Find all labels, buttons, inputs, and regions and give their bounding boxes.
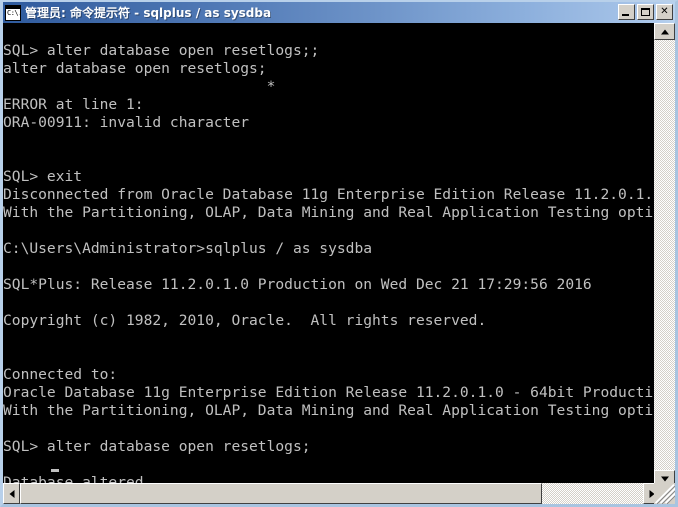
terminal-line: * [3, 78, 276, 95]
terminal-output: SQL> alter database open resetlogs;; alte… [3, 24, 660, 487]
terminal-line: ORA-00911: invalid character [3, 114, 250, 131]
vertical-scroll-track[interactable] [654, 40, 675, 470]
terminal-line: SQL> exit [3, 168, 83, 185]
terminal-screen[interactable]: SQL> alter database open resetlogs;; alte… [3, 23, 660, 487]
chevron-left-icon [9, 489, 14, 498]
terminal-line: ERROR at line 1: [3, 96, 144, 113]
title-bar[interactable]: C:\. 管理员: 命令提示符 - sqlplus / as sysdba ✕ [3, 2, 675, 23]
text-cursor [51, 469, 59, 472]
chevron-up-icon [660, 29, 669, 34]
maximize-icon [638, 5, 653, 19]
console-window: C:\. 管理员: 命令提示符 - sqlplus / as sysdba ✕ … [0, 0, 678, 507]
terminal-line: SQL> alter database open resetlogs; [3, 438, 311, 455]
terminal-line: With the Partitioning, OLAP, Data Mining… [3, 204, 660, 221]
minimize-icon [619, 5, 634, 19]
horizontal-scrollbar[interactable] [3, 483, 660, 504]
terminal-line: SQL> alter database open resetlogs;; [3, 42, 320, 59]
minimize-button[interactable] [618, 4, 635, 20]
horizontal-scroll-thumb[interactable] [20, 483, 542, 504]
terminal-line: SQL*Plus: Release 11.2.0.1.0 Production … [3, 276, 592, 293]
terminal-line: Connected to: [3, 366, 118, 383]
scroll-left-button[interactable] [3, 483, 20, 504]
chevron-down-icon [660, 476, 669, 481]
terminal-line: Copyright (c) 1982, 2010, Oracle. All ri… [3, 312, 487, 329]
console-icon-glyph: C:\. [7, 8, 22, 17]
terminal-line: alter database open resetlogs; [3, 60, 267, 77]
window-controls: ✕ [618, 4, 673, 20]
close-icon: ✕ [660, 6, 669, 17]
horizontal-scroll-track[interactable] [20, 483, 643, 504]
window-title: 管理员: 命令提示符 - sqlplus / as sysdba [25, 6, 272, 20]
console-icon[interactable]: C:\. [5, 4, 22, 21]
terminal-line: Oracle Database 11g Enterprise Edition R… [3, 384, 660, 401]
console-client-area: SQL> alter database open resetlogs;; alte… [3, 23, 675, 504]
scroll-up-button[interactable] [654, 23, 675, 40]
vertical-scrollbar[interactable] [654, 23, 675, 487]
resize-grip[interactable] [654, 483, 675, 504]
terminal-line: With the Partitioning, OLAP, Data Mining… [3, 402, 660, 419]
maximize-button[interactable] [637, 4, 654, 20]
close-button[interactable]: ✕ [656, 4, 673, 20]
terminal-line: Disconnected from Oracle Database 11g En… [3, 186, 660, 203]
terminal-line: C:\Users\Administrator>sqlplus / as sysd… [3, 240, 373, 257]
